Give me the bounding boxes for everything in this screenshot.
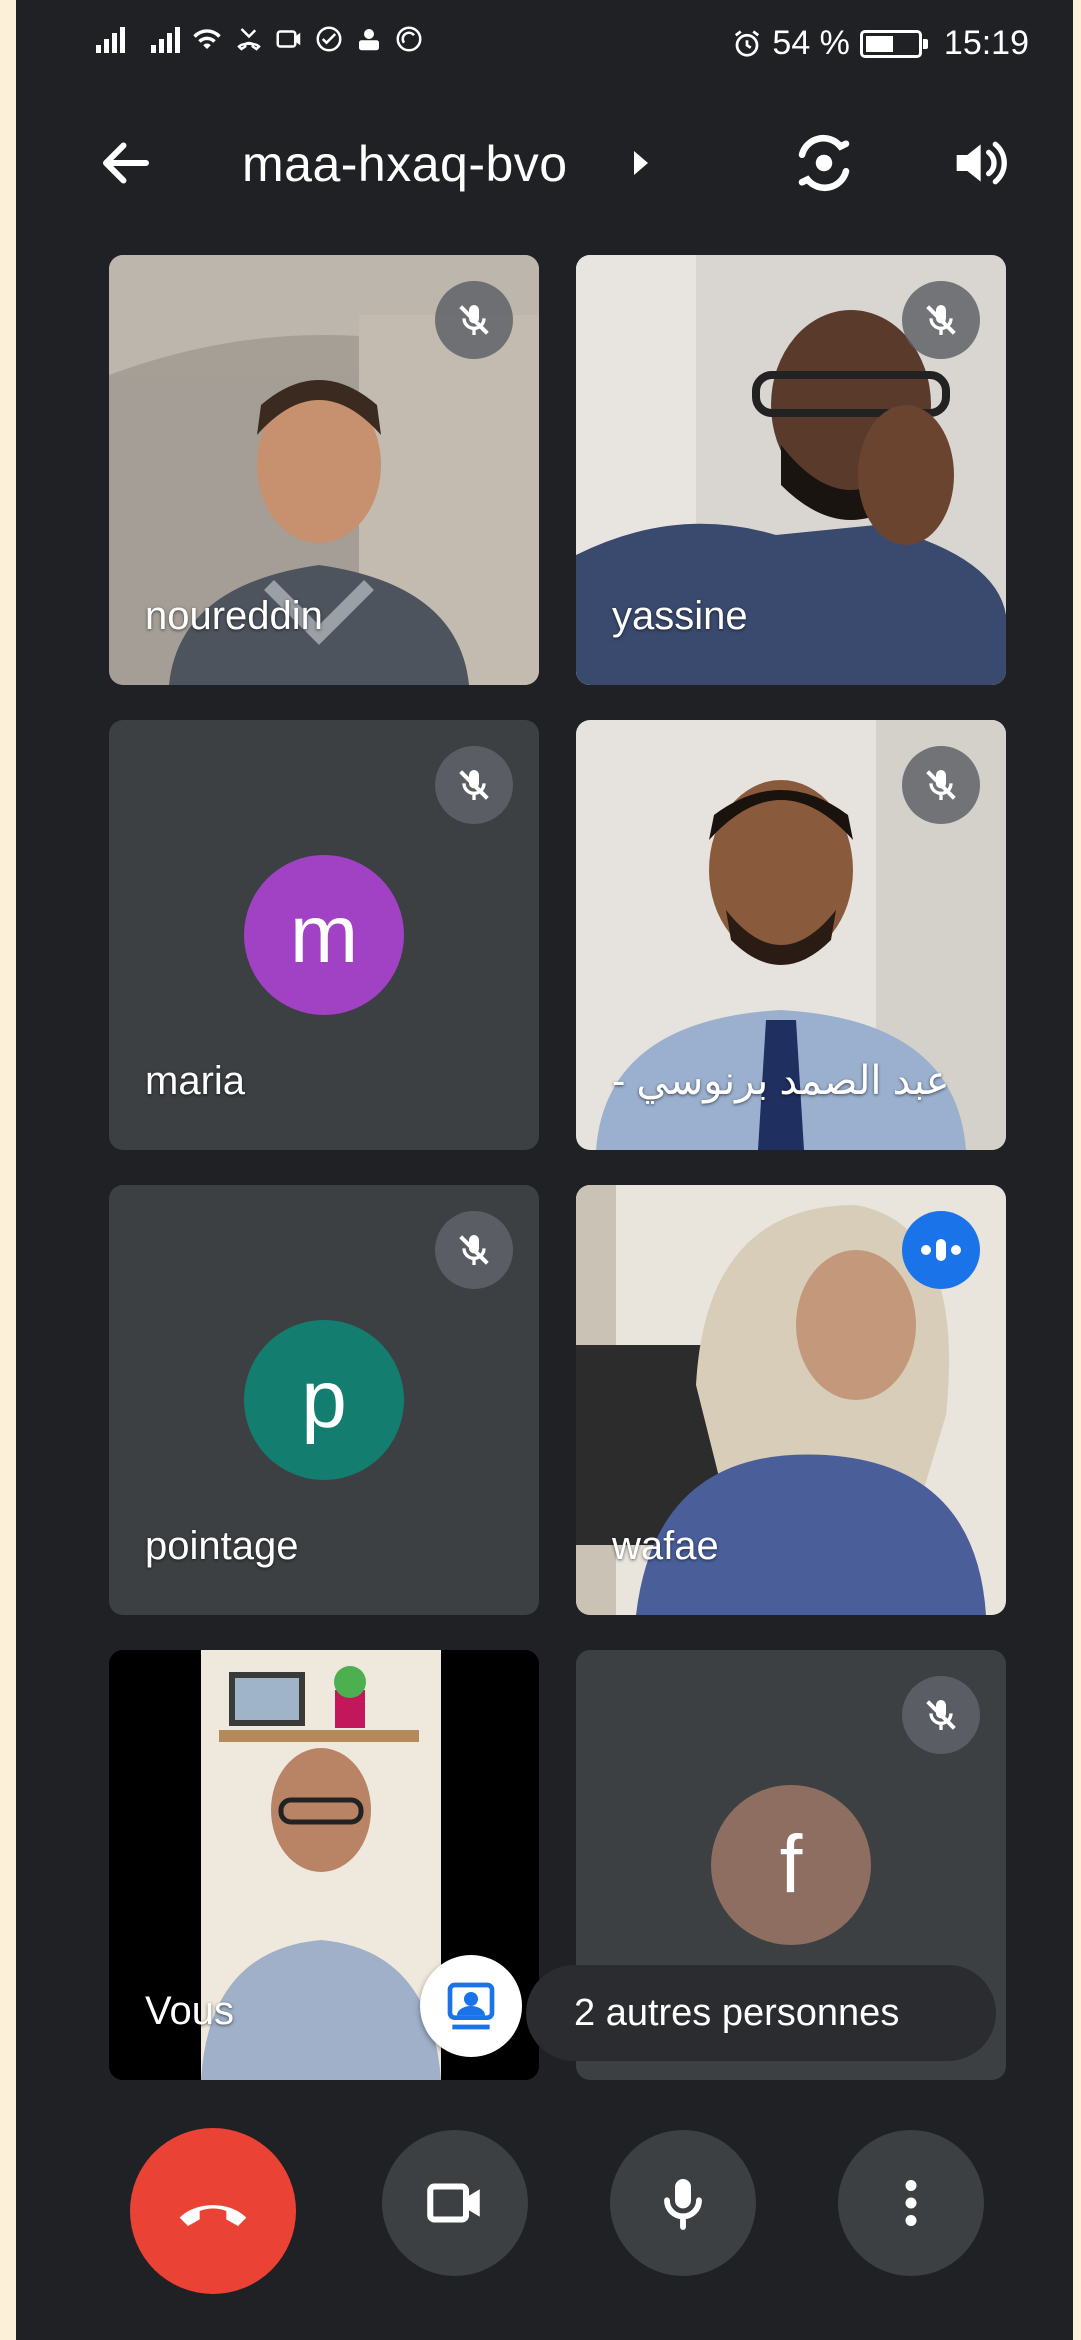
hang-up-button[interactable] (130, 2128, 296, 2294)
more-options-button[interactable] (838, 2130, 984, 2276)
app-notification-icon (359, 29, 379, 51)
hang-up-icon (179, 2205, 247, 2226)
participant-tile-wafae[interactable]: wafae (576, 1185, 1006, 1615)
status-icons-right: 54 % 15:19 (732, 24, 1029, 63)
signal-icon-2 (151, 25, 180, 53)
participant-name: yassine (612, 594, 748, 638)
participant-tile-maria[interactable]: m maria (109, 720, 539, 1150)
participant-tile-yassine[interactable]: yassine (576, 255, 1006, 685)
microphone-toggle-button[interactable] (610, 2130, 756, 2276)
battery-fill (865, 35, 893, 52)
participant-tile-noureddin[interactable]: noureddin (109, 255, 539, 685)
participant-name: noureddin (145, 594, 323, 638)
meeting-code[interactable]: maa-hxaq-bvo (242, 135, 568, 193)
camera-icon (427, 2183, 480, 2223)
nfc-icon (396, 26, 422, 52)
participant-name: maria (145, 1059, 246, 1103)
meeting-header: maa-hxaq-bvo (16, 115, 1073, 215)
caret-right-icon[interactable] (634, 151, 648, 175)
missed-call-icon (237, 28, 261, 51)
participant-tile-abdessamad[interactable]: عبد الصمد برنوسي - (576, 720, 1006, 1150)
battery-percent: 54 % (772, 24, 850, 62)
mic-muted-icon (435, 1211, 513, 1289)
participants-icon[interactable] (420, 1955, 522, 2057)
avatar: p (244, 1320, 404, 1480)
check-circle-icon (316, 26, 342, 52)
participant-tile-pointage[interactable]: p pointage (109, 1185, 539, 1615)
other-participants-label: 2 autres personnes (574, 1991, 900, 2034)
meet-screen: 54 % 15:19 maa-hxaq-bvo noureddin yassin… (16, 0, 1073, 2340)
participant-name: عبد الصمد برنوسي - (612, 1059, 950, 1103)
participant-name: wafae (612, 1524, 719, 1568)
microphone-icon (664, 2179, 702, 2230)
signal-icon (96, 25, 125, 53)
camera-toggle-button[interactable] (382, 2130, 528, 2276)
speaker-icon[interactable] (946, 131, 1010, 195)
status-bar: 54 % 15:19 (16, 0, 1073, 90)
more-options-icon (905, 2180, 917, 2226)
switch-camera-icon[interactable] (791, 130, 857, 196)
battery-icon (859, 29, 928, 58)
clock: 15:19 (943, 24, 1029, 62)
speaking-indicator-icon (902, 1211, 980, 1289)
mic-muted-icon (902, 281, 980, 359)
back-arrow-icon[interactable] (96, 133, 156, 193)
cast-icon (276, 30, 301, 48)
mic-muted-icon (902, 1676, 980, 1754)
alarm-icon (735, 29, 760, 57)
participant-name: pointage (145, 1524, 299, 1568)
participant-name: Vous (145, 1989, 234, 2033)
mic-muted-icon (435, 746, 513, 824)
status-icons-left (96, 24, 424, 54)
other-participants-button[interactable]: 2 autres personnes (526, 1965, 996, 2061)
mic-muted-icon (902, 746, 980, 824)
mic-muted-icon (435, 281, 513, 359)
avatar: m (244, 855, 404, 1015)
avatar: f (711, 1785, 871, 1945)
wifi-icon (193, 29, 221, 49)
